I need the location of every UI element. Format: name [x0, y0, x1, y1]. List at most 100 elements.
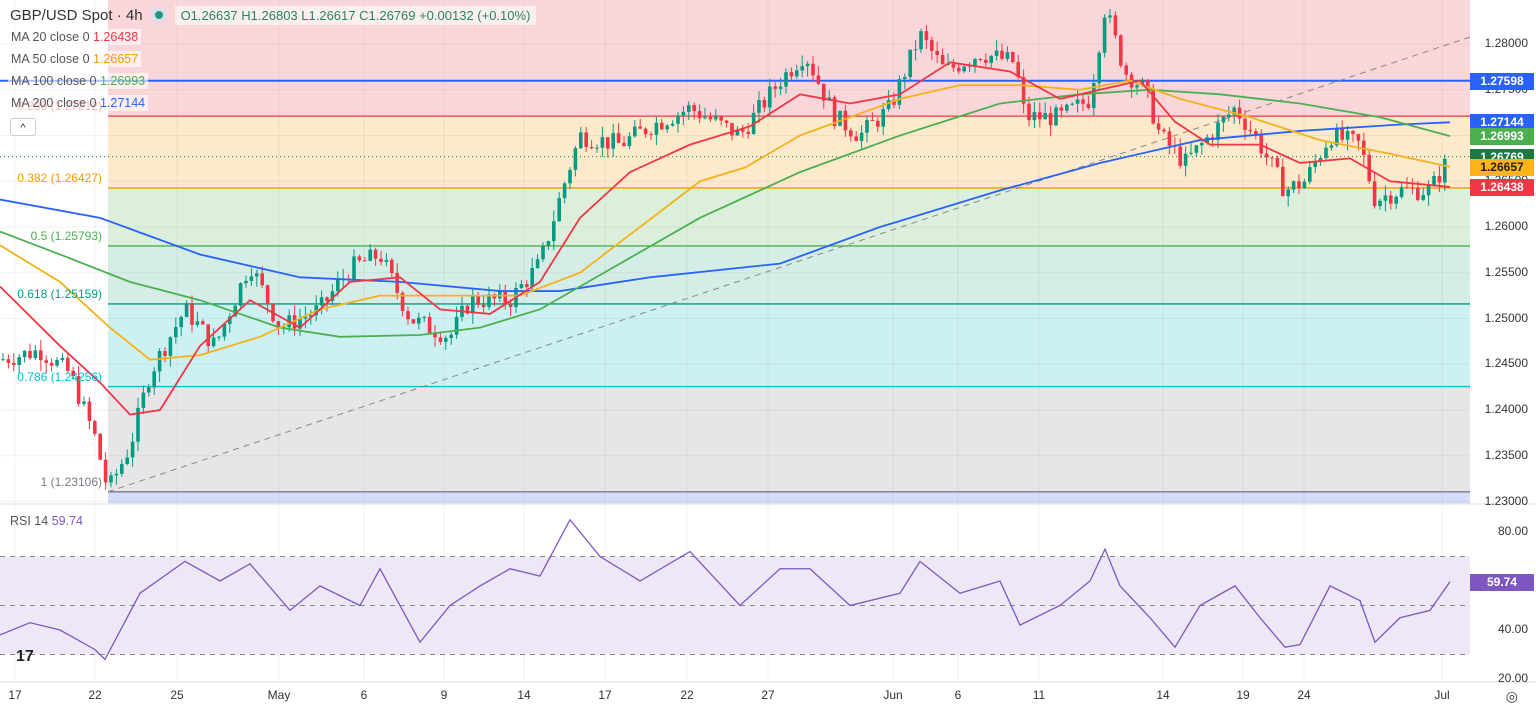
candle-body — [568, 169, 572, 184]
candle-body — [217, 336, 221, 338]
candle-body — [211, 337, 216, 347]
candle-body — [1, 359, 5, 361]
candle-body — [1027, 103, 1031, 121]
legend-item[interactable]: MA 100 close 0 1.26993 — [8, 73, 149, 89]
candle-body — [1038, 112, 1042, 120]
fib-label: 1 (1.23106) — [40, 474, 102, 489]
candle-body — [557, 198, 561, 222]
candle-body — [363, 260, 367, 262]
candle-body — [746, 131, 750, 134]
candle-body — [876, 120, 880, 127]
candle-body — [665, 125, 669, 130]
candle-body — [654, 122, 659, 135]
legend-item[interactable]: MA 50 close 0 1.26657 — [8, 51, 142, 67]
candle-body — [681, 111, 686, 116]
candle-body — [611, 133, 615, 149]
fib-zone — [108, 245, 1470, 304]
legend-item[interactable]: MA 20 close 0 1.26438 — [8, 29, 142, 45]
symbol-title[interactable]: GBP/USD Spot · 4h — [10, 7, 143, 24]
candle-body — [919, 31, 923, 50]
candle-body — [1043, 113, 1047, 120]
candle-body — [1054, 107, 1058, 126]
time-tick: 6 — [360, 688, 368, 702]
candle-body — [1302, 181, 1307, 189]
candle-body — [87, 401, 92, 422]
candle-body — [546, 241, 551, 246]
price-tag: 1.26993 — [1470, 128, 1534, 146]
candle-body — [1372, 181, 1377, 207]
candle-body — [552, 221, 556, 242]
candle-body — [843, 110, 848, 131]
candle-body — [39, 350, 43, 361]
candle-body — [427, 316, 432, 334]
rsi-tick: 80.00 — [1497, 524, 1528, 538]
candle-body — [1183, 153, 1188, 166]
time-tick: 24 — [1297, 688, 1311, 702]
candle-body — [1394, 196, 1398, 204]
time-tick: 22 — [88, 688, 102, 702]
candle-body — [913, 49, 918, 51]
candle-body — [870, 120, 875, 122]
candle-body — [476, 295, 480, 305]
candle-body — [1162, 129, 1166, 132]
collapse-legend-button[interactable]: ^ — [10, 118, 36, 136]
candle-body — [1275, 157, 1280, 167]
candle-body — [206, 324, 210, 347]
candle-body — [319, 297, 324, 306]
ma-label: MA 100 close 0 — [11, 74, 97, 88]
candle-body — [422, 316, 426, 318]
candle-body — [859, 132, 864, 141]
time-tick: 14 — [1156, 688, 1170, 702]
candle-body — [157, 351, 162, 372]
candle-body — [724, 120, 729, 123]
rsi-title: RSI 14 59.74 — [10, 514, 83, 528]
candle-body — [1032, 112, 1037, 121]
candle-body — [1345, 131, 1350, 140]
ma-value: 1.26438 — [93, 30, 139, 44]
candle-body — [438, 337, 443, 342]
price-tick: 1.25500 — [1484, 264, 1528, 279]
candle-body — [325, 297, 329, 301]
candle-body — [93, 421, 97, 434]
candle-body — [1102, 17, 1107, 53]
price-tag: 1.26438 — [1470, 178, 1534, 196]
candle-body — [33, 350, 38, 359]
time-tick: 22 — [680, 688, 694, 702]
candle-body — [854, 136, 858, 141]
candle-body — [373, 249, 378, 259]
candle-body — [1351, 131, 1355, 135]
tradingview-logo-icon[interactable]: 17 — [16, 648, 34, 666]
candle-body — [1065, 104, 1069, 111]
candle-body — [811, 63, 815, 76]
candle-body — [1081, 99, 1085, 104]
candle-body — [1216, 122, 1220, 140]
candle-body — [1378, 200, 1382, 207]
candle-body — [951, 64, 956, 68]
candle-body — [352, 256, 356, 280]
eye-settings-icon[interactable]: ◎ — [1506, 688, 1518, 705]
candle-body — [1248, 129, 1253, 132]
candle-body — [1097, 52, 1101, 84]
candle-body — [1399, 187, 1404, 197]
candle-body — [757, 100, 761, 113]
candle-body — [1178, 146, 1182, 166]
time-tick: 27 — [761, 688, 775, 702]
price-tag: 1.27598 — [1470, 72, 1534, 90]
candle-body — [1383, 195, 1388, 201]
candle-body — [1237, 107, 1242, 119]
candle-body — [1189, 152, 1193, 154]
candle-body — [1389, 195, 1393, 204]
candle-body — [984, 59, 988, 63]
candle-body — [924, 31, 929, 41]
candle-body — [384, 259, 389, 262]
candle-body — [1297, 181, 1301, 189]
price-chart[interactable] — [0, 0, 1536, 711]
candle-body — [1426, 185, 1431, 196]
candle-body — [978, 58, 983, 60]
candle-body — [881, 109, 885, 127]
candle-body — [714, 116, 718, 120]
candle-body — [973, 58, 977, 66]
time-tick: Jul — [1434, 688, 1450, 702]
candle-body — [141, 392, 146, 408]
ma-value: 1.27144 — [99, 96, 146, 110]
